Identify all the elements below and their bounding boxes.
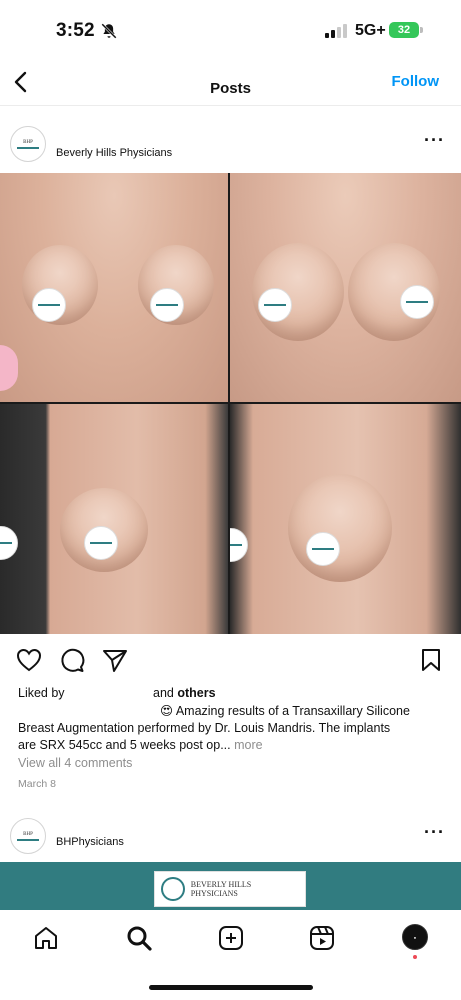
notification-dot [413, 955, 417, 959]
post2-image[interactable]: BEVERLY HILLS PHYSICIANS [0, 862, 461, 910]
heart-icon[interactable] [15, 646, 43, 674]
bookmark-icon[interactable] [417, 646, 445, 674]
status-time: 3:52 [56, 20, 95, 41]
logo-line [17, 838, 39, 841]
comment-icon[interactable] [58, 646, 86, 674]
clinic-logo-icon: BHP [23, 139, 33, 145]
signal-icon [325, 24, 347, 38]
liked-by: Liked by and others [18, 686, 216, 700]
caption-line-1: 😍 Amazing results of a Transaxillary Sil… [160, 704, 410, 718]
before-front-photo [0, 173, 228, 402]
more-link[interactable]: more [234, 738, 262, 752]
status-bar: 3:52 5G+ 32 [0, 0, 461, 62]
liked-by-and: and [153, 686, 174, 700]
before-side-photo [0, 404, 228, 634]
censor-sticker [0, 526, 18, 560]
others-link[interactable]: others [177, 686, 215, 700]
censor-sticker [150, 288, 184, 322]
battery-icon: 32 [389, 22, 419, 38]
censor-sticker [306, 532, 340, 566]
post-date: March 8 [18, 778, 56, 790]
home-indicator[interactable] [149, 985, 313, 990]
reels-icon[interactable] [308, 924, 336, 952]
nav-header: Posts Follow [0, 62, 461, 106]
tab-bar: ● [0, 910, 461, 966]
censor-sticker [258, 288, 292, 322]
network-label: 5G+ [355, 22, 386, 39]
post2-header: BHP BHPhysicians ··· [0, 816, 461, 860]
post-caption: 😍 Amazing results of a Transaxillary Sil… [18, 703, 448, 754]
search-icon[interactable] [125, 924, 153, 952]
logo-wordmark: BEVERLY HILLS PHYSICIANS [190, 880, 252, 898]
liked-by-others[interactable]: and others [153, 686, 216, 700]
ellipsis-icon[interactable]: ··· [424, 823, 445, 841]
post-header: BHP Beverly Hills Physicians ··· [0, 124, 461, 168]
post-actions [0, 646, 461, 676]
ellipsis-icon[interactable]: ··· [424, 131, 445, 149]
censor-sticker [84, 526, 118, 560]
follow-button[interactable]: Follow [392, 73, 440, 90]
battery-tip [420, 27, 423, 33]
profile-avatar[interactable]: ● [402, 924, 428, 950]
censor-sticker [400, 285, 434, 319]
battery-level: 32 [397, 24, 411, 36]
pink-patch [0, 345, 18, 391]
censor-sticker [230, 528, 248, 562]
after-side-photo [230, 404, 461, 634]
photo-shape [288, 474, 392, 582]
logo-ring [161, 877, 185, 901]
view-comments-link[interactable]: View all 4 comments [18, 756, 132, 770]
caption-line-3: are SRX 545cc and 5 weeks post op... [18, 738, 231, 752]
post-author[interactable]: Beverly Hills Physicians [56, 147, 172, 159]
clinic-logo-icon: BHP [23, 831, 33, 837]
logo-line [17, 146, 39, 149]
bell-off-icon [101, 23, 117, 39]
post-image[interactable] [0, 173, 461, 634]
after-front-photo [230, 173, 461, 402]
create-icon[interactable] [217, 924, 245, 952]
post2-author[interactable]: BHPhysicians [56, 836, 124, 848]
avatar[interactable]: BHP [10, 126, 46, 162]
send-icon[interactable] [101, 646, 129, 674]
caption-line-2: Breast Augmentation performed by Dr. Lou… [18, 721, 391, 735]
clinic-logo-icon: BEVERLY HILLS PHYSICIANS [154, 871, 306, 907]
avatar[interactable]: BHP [10, 818, 46, 854]
liked-by-prefix: Liked by [18, 686, 65, 700]
censor-sticker [32, 288, 66, 322]
home-icon[interactable] [32, 924, 60, 952]
